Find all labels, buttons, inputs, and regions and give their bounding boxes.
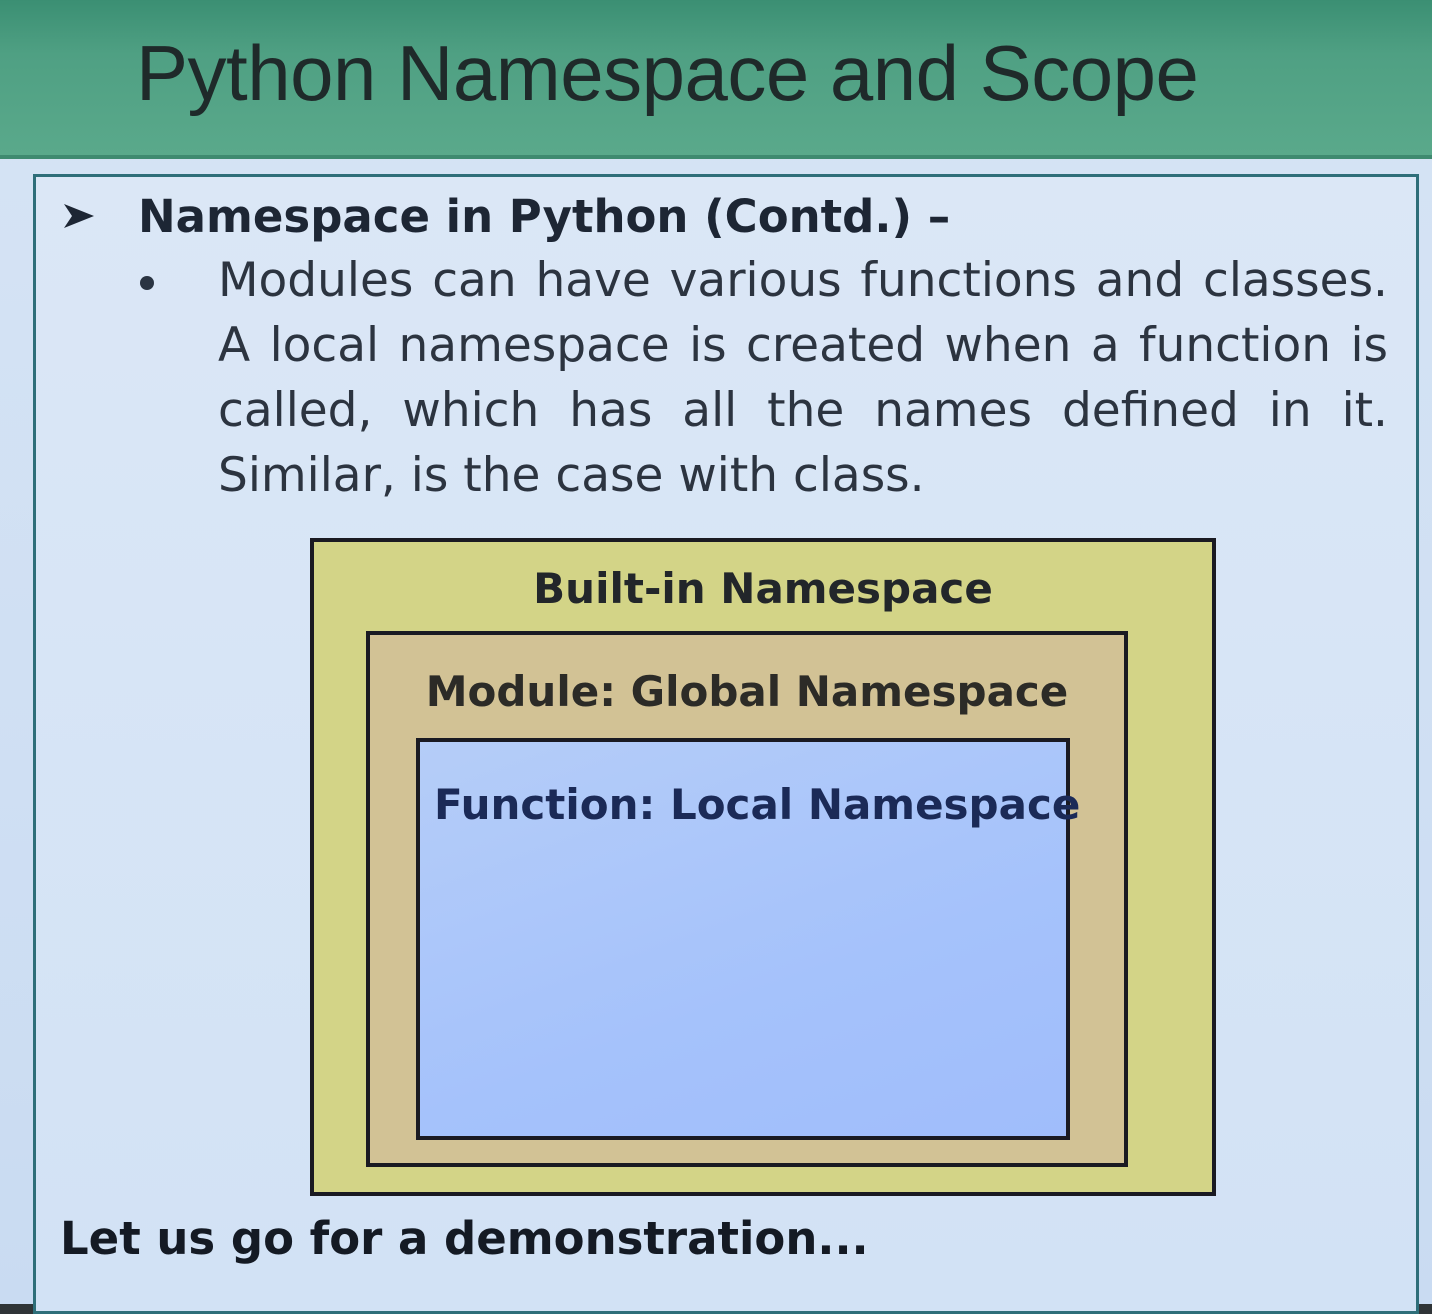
title-bar: Python Namespace and Scope: [0, 0, 1432, 159]
function-local-namespace-box: Function: Local Namespace: [416, 738, 1080, 1140]
heading-text: Namespace in Python (Contd.) –: [138, 189, 951, 243]
module-global-namespace-label: Module: Global Namespace: [425, 667, 1069, 716]
builtin-namespace-label: Built-in Namespace: [533, 564, 993, 613]
slide: Python Namespace and Scope Namespace in …: [0, 0, 1432, 1314]
slide-title: Python Namespace and Scope: [136, 29, 1199, 117]
footer-text: Let us go for a demonstration...: [60, 1212, 869, 1265]
function-local-namespace-label: Function: Local Namespace: [434, 780, 1081, 829]
bullet-text: Modules can have various functions and c…: [218, 253, 1388, 503]
arrow-bullet-icon: [64, 204, 94, 228]
section-heading: Namespace in Python (Contd.) –: [60, 186, 950, 246]
bullet-dot-icon: [140, 276, 154, 290]
